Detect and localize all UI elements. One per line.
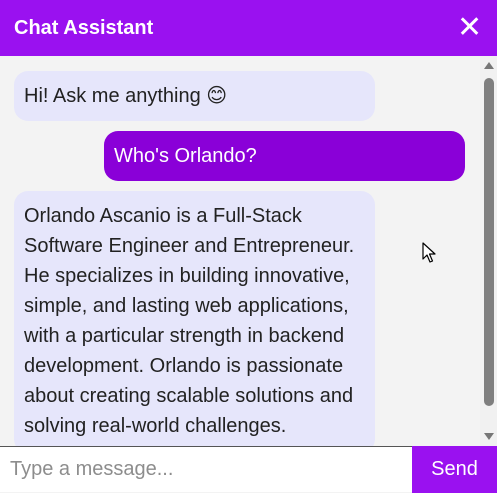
message-input[interactable] [0, 447, 412, 492]
message-list[interactable]: Hi! Ask me anything 😊 Who's Orlando? Orl… [0, 56, 480, 446]
mouse-pointer-icon [422, 242, 436, 263]
close-icon[interactable]: ✕ [457, 13, 482, 43]
chat-header: Chat Assistant ✕ [0, 0, 497, 56]
user-message: Who's Orlando? [104, 131, 465, 181]
chat-title: Chat Assistant [14, 16, 154, 39]
message-scrollbar[interactable] [480, 56, 497, 446]
send-button[interactable]: Send [412, 446, 497, 493]
scroll-down-icon[interactable] [484, 433, 494, 440]
scrollbar-thumb[interactable] [484, 78, 494, 406]
bot-message: Hi! Ask me anything 😊 [14, 71, 375, 121]
bot-message: Orlando Ascanio is a Full-Stack Software… [14, 191, 375, 446]
composer: Send [0, 446, 497, 493]
scroll-up-icon[interactable] [484, 62, 494, 69]
